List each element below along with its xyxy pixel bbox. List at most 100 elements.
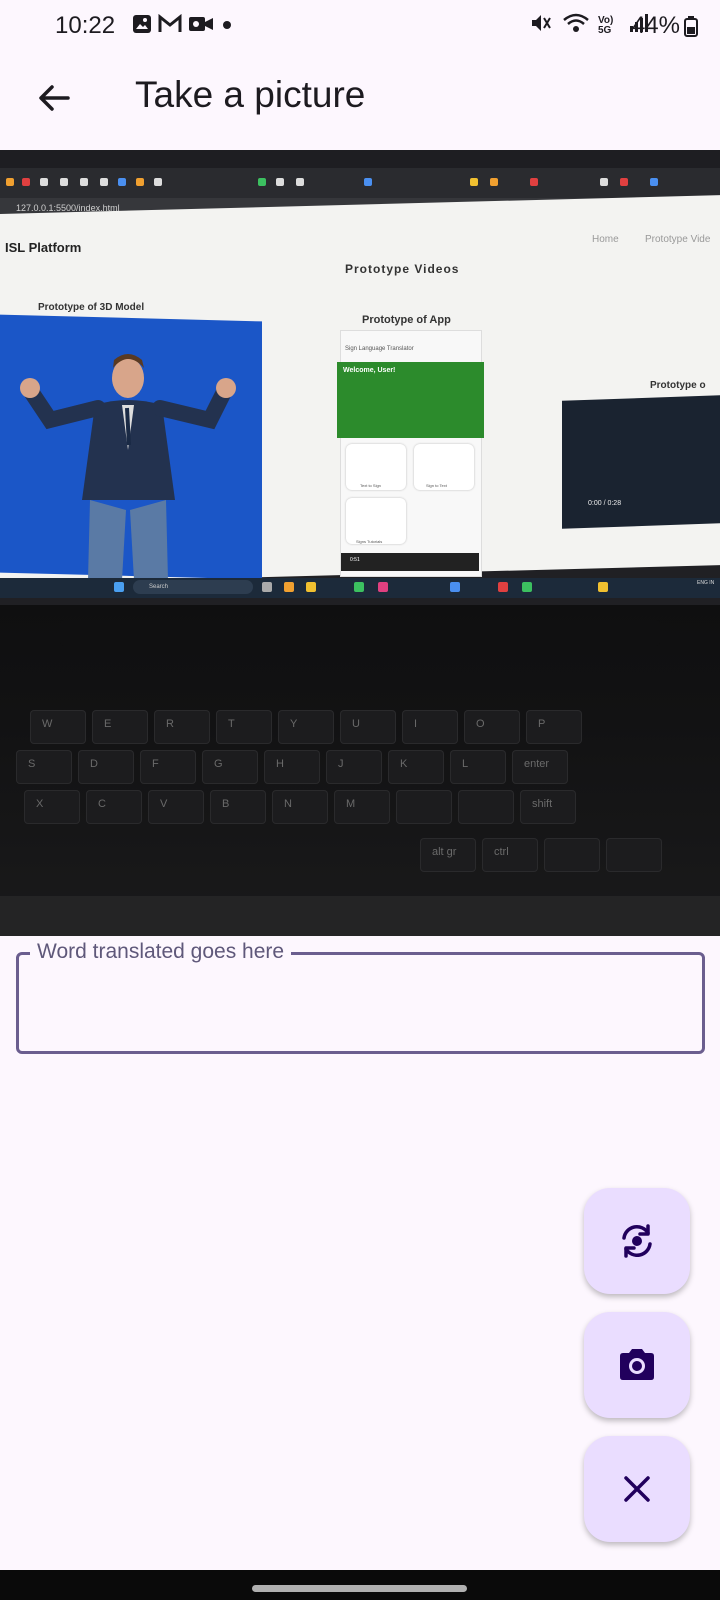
key: F bbox=[140, 750, 196, 784]
tab-favicon bbox=[154, 178, 162, 186]
label-app: Prototype of App bbox=[362, 314, 451, 326]
key: J bbox=[326, 750, 382, 784]
key-label: R bbox=[166, 718, 174, 730]
taskbar-search: Search bbox=[133, 580, 253, 594]
translated-word-field[interactable] bbox=[16, 952, 705, 1054]
browser-tabstrip bbox=[0, 168, 720, 198]
key-label: B bbox=[222, 798, 230, 810]
welcome-text: Welcome, User! bbox=[343, 367, 396, 374]
tab-favicon bbox=[470, 178, 478, 186]
back-button[interactable] bbox=[28, 72, 80, 124]
tab-favicon bbox=[600, 178, 608, 186]
key: M bbox=[334, 790, 390, 824]
gmail-icon bbox=[158, 13, 182, 39]
key-label: Y bbox=[290, 718, 298, 730]
video-player bbox=[562, 395, 720, 529]
tile-label-sign-to-text: Sign to Text bbox=[426, 483, 447, 488]
wifi-icon bbox=[562, 12, 590, 39]
key-label: G bbox=[214, 758, 223, 770]
key: B bbox=[210, 790, 266, 824]
key-label: C bbox=[98, 798, 106, 810]
keyboard-row: S D F G H J K L enter bbox=[16, 750, 568, 790]
tab-favicon bbox=[276, 178, 284, 186]
volte-5g-icon: Vo) 5G bbox=[598, 14, 614, 36]
tab-favicon bbox=[620, 178, 628, 186]
status-bar: 10:22 Vo) 5G 44% bbox=[0, 0, 720, 52]
close-button[interactable] bbox=[584, 1436, 690, 1542]
windows-start-icon bbox=[114, 582, 124, 592]
tab-favicon bbox=[40, 178, 48, 186]
key-label: enter bbox=[524, 758, 550, 770]
mute-icon bbox=[530, 12, 554, 39]
key-label: V bbox=[160, 798, 168, 810]
tab-favicon bbox=[650, 178, 658, 186]
taskbar-app-icon bbox=[522, 582, 532, 592]
tab-favicon bbox=[100, 178, 108, 186]
page-title: Take a picture bbox=[135, 74, 366, 115]
key: W bbox=[30, 710, 86, 744]
camera-preview[interactable]: 127.0.0.1:5500/index.html ISL Platform H… bbox=[0, 150, 720, 936]
key: K bbox=[388, 750, 444, 784]
battery-icon bbox=[684, 16, 698, 37]
arrow-left-icon bbox=[39, 85, 70, 111]
laptop-front-edge bbox=[0, 896, 720, 936]
section-heading: Prototype Videos bbox=[345, 262, 460, 276]
tab-favicon bbox=[258, 178, 266, 186]
tab-favicon bbox=[490, 178, 498, 186]
app-mock-title: Sign Language Translator bbox=[345, 346, 414, 352]
key: C bbox=[86, 790, 142, 824]
key: D bbox=[78, 750, 134, 784]
tab-favicon bbox=[80, 178, 88, 186]
key-label: P bbox=[538, 718, 546, 730]
key-label: J bbox=[338, 758, 344, 770]
taskbar-app-icon bbox=[498, 582, 508, 592]
taskbar-language: ENG IN bbox=[697, 580, 715, 586]
taskbar-app-icon bbox=[598, 582, 608, 592]
key: U bbox=[340, 710, 396, 744]
key bbox=[458, 790, 514, 824]
key bbox=[606, 838, 662, 872]
switch-camera-button[interactable] bbox=[584, 1188, 690, 1294]
key-label: X bbox=[36, 798, 44, 810]
camera-icon bbox=[620, 1349, 654, 1380]
app-bar: Take a picture bbox=[0, 52, 720, 148]
key-label: D bbox=[90, 758, 98, 770]
app-mock-video-bar bbox=[341, 553, 479, 571]
key: O bbox=[464, 710, 520, 744]
battery-indicator: 44% bbox=[632, 12, 698, 40]
video-record-icon bbox=[188, 14, 214, 39]
video-time: 0:00 / 0:28 bbox=[588, 500, 622, 507]
laptop-hinge bbox=[60, 620, 660, 646]
key-label: S bbox=[28, 758, 36, 770]
key-label: alt gr bbox=[432, 846, 457, 858]
key-label: N bbox=[284, 798, 292, 810]
key: Y bbox=[278, 710, 334, 744]
taskbar-app-icon bbox=[284, 582, 294, 592]
key bbox=[544, 838, 600, 872]
status-time: 10:22 bbox=[55, 12, 116, 39]
tab-favicon bbox=[22, 178, 30, 186]
capture-photo-button[interactable] bbox=[584, 1312, 690, 1418]
home-indicator[interactable] bbox=[252, 1585, 467, 1592]
key: X bbox=[24, 790, 80, 824]
key: V bbox=[148, 790, 204, 824]
key-label: O bbox=[476, 718, 485, 730]
key-label: M bbox=[346, 798, 356, 810]
dot-icon bbox=[220, 14, 234, 39]
tile-label-text-to-sign: Text to Sign bbox=[360, 483, 381, 488]
gallery-icon bbox=[132, 14, 152, 39]
taskbar-app-icon bbox=[306, 582, 316, 592]
tab-favicon bbox=[118, 178, 126, 186]
key: S bbox=[16, 750, 72, 784]
key: P bbox=[526, 710, 582, 744]
tab-favicon bbox=[296, 178, 304, 186]
key-label: F bbox=[152, 758, 159, 770]
site-title: ISL Platform bbox=[5, 240, 82, 255]
key: R bbox=[154, 710, 210, 744]
key: G bbox=[202, 750, 258, 784]
tab-favicon bbox=[60, 178, 68, 186]
key-label: I bbox=[414, 718, 418, 730]
key-label: shift bbox=[532, 798, 553, 810]
tile-sign-tutorials bbox=[346, 498, 406, 544]
key: H bbox=[264, 750, 320, 784]
